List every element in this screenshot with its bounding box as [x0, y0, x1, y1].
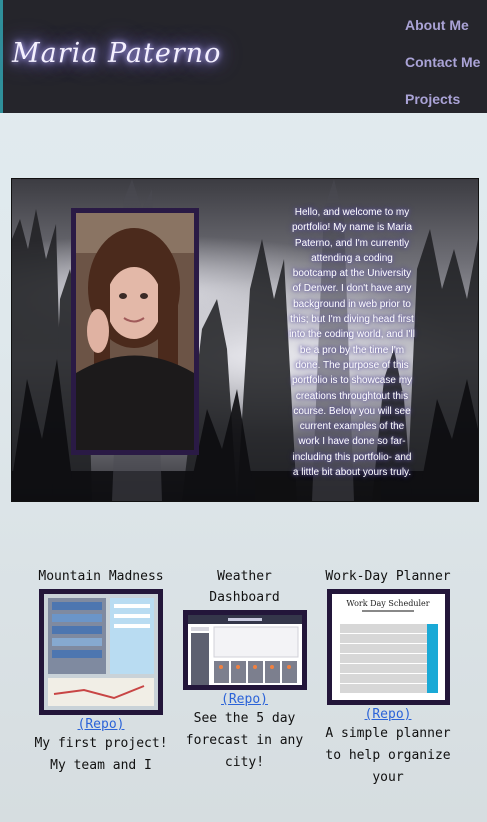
profile-photo	[71, 208, 199, 455]
project-thumbnail[interactable]: Work Day Scheduler	[326, 589, 450, 705]
header-accent	[0, 0, 3, 113]
repo-link[interactable]: (Repo)	[321, 707, 455, 722]
site-logo[interactable]: Maria Paterno	[12, 38, 221, 69]
profile-photo-graphic	[76, 213, 194, 450]
project-thumbnail[interactable]	[182, 610, 307, 690]
planner-thumb-title: Work Day Scheduler	[346, 599, 429, 608]
project-thumbnail[interactable]	[39, 589, 163, 715]
nav-projects[interactable]: Projects	[405, 91, 480, 128]
project-card-work-day-planner: Work-Day Planner Work Day Scheduler (Rep…	[321, 566, 455, 789]
project-card-weather-dashboard: Weather Dashboard (Repo) See the 5 day f…	[178, 566, 311, 774]
nav-about-me[interactable]: About Me	[405, 17, 480, 54]
project-title: Weather Dashboard	[209, 569, 280, 605]
project-title: Mountain Madness	[38, 569, 164, 584]
intro-paragraph: Hello, and welcome to my portfolio! My n…	[289, 207, 415, 479]
repo-link[interactable]: (Repo)	[178, 692, 311, 707]
site-header: Maria Paterno About Me Contact Me Projec…	[0, 0, 487, 113]
work-day-planner-screenshot: Work Day Scheduler	[331, 594, 445, 700]
main-nav: About Me Contact Me Projects	[405, 17, 480, 128]
project-description: See the 5 day forecast in any city!	[185, 711, 304, 770]
about-section: Hello, and welcome to my portfolio! My n…	[11, 178, 479, 502]
project-description: A simple planner to help organize your	[325, 726, 451, 785]
weather-dashboard-screenshot	[187, 615, 302, 685]
mountain-madness-screenshot	[44, 594, 158, 710]
project-description: My first project! My team and I	[34, 736, 168, 773]
project-title: Work-Day Planner	[325, 569, 451, 584]
project-card-mountain-madness: Mountain Madness (Repo) My first project…	[34, 566, 168, 777]
nav-contact-me[interactable]: Contact Me	[405, 54, 480, 91]
repo-link[interactable]: (Repo)	[34, 717, 168, 732]
